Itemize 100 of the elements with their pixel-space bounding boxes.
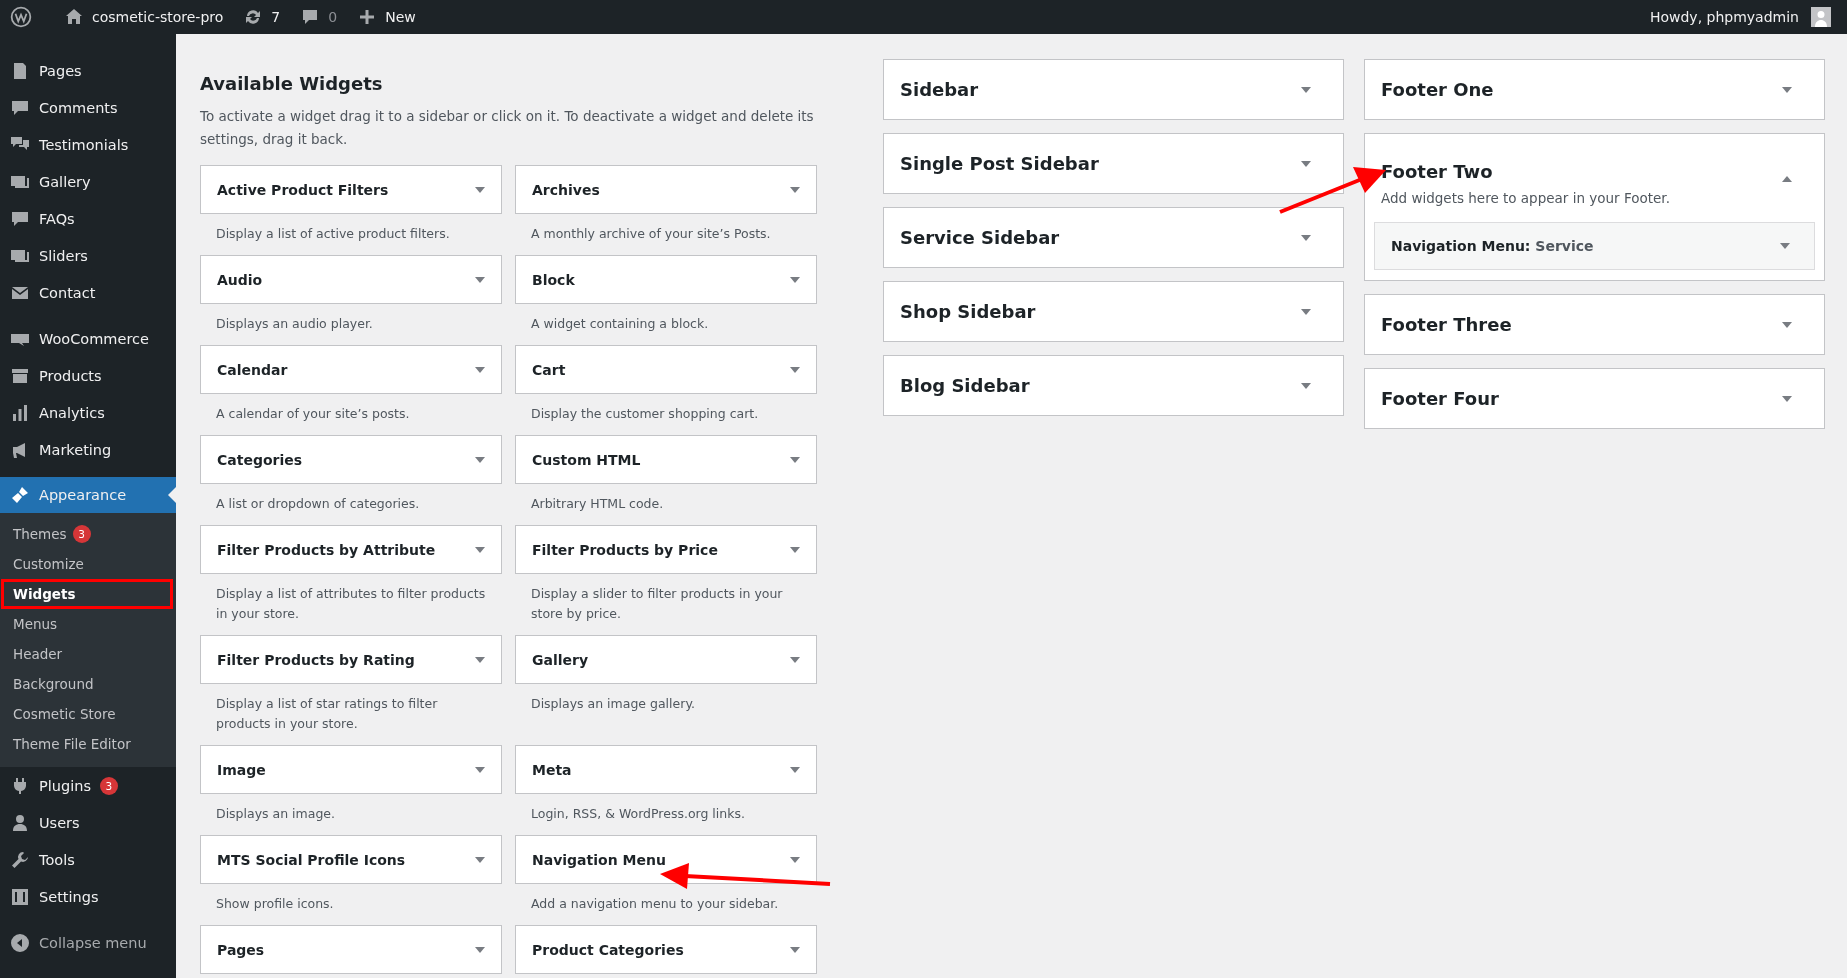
widget-card[interactable]: Custom HTML [515, 435, 817, 484]
new-link[interactable]: New [385, 9, 416, 25]
widget-description: A widget containing a block. [530, 315, 710, 333]
menu-item[interactable]: Products [0, 357, 176, 394]
collapse-menu-button[interactable]: Collapse menu [0, 924, 176, 961]
widget-card[interactable]: Gallery [515, 635, 817, 684]
widget-card[interactable]: Filter Products by Rating [200, 635, 502, 684]
caret-icon [475, 856, 485, 863]
caret-icon [790, 856, 800, 863]
caret-icon [1301, 308, 1311, 315]
widget-description: Display a list of active product filters. [215, 225, 451, 243]
widget-card[interactable]: Archives [515, 165, 817, 214]
caret-icon [790, 366, 800, 373]
menu-item[interactable]: Appearance [0, 477, 176, 513]
greeting-link[interactable]: Howdy, phpmyadmin [1649, 9, 1799, 25]
collapse-icon [10, 932, 30, 953]
widget-area-header[interactable]: Sidebar [884, 60, 1343, 119]
menu-item[interactable]: Gallery [0, 163, 176, 200]
widget-card[interactable]: Active Product Filters [200, 165, 502, 214]
home-icon[interactable] [64, 7, 84, 27]
menu-item[interactable]: Plugins 3 [0, 767, 176, 804]
caret-icon [790, 546, 800, 553]
widget-card[interactable]: Audio [200, 255, 502, 304]
caret-icon [475, 946, 485, 953]
widget-description: Arbitrary HTML code. [530, 495, 665, 513]
caret-icon [475, 276, 485, 283]
logo-icon[interactable] [10, 6, 32, 28]
widget-description: Display a list of attributes to filter products in your store. [215, 585, 487, 623]
submenu-item[interactable]: Header [0, 639, 176, 669]
widget-card[interactable]: Filter Products by Price [515, 525, 817, 574]
widget-card[interactable]: Navigation Menu: Service [1374, 222, 1815, 270]
widget-area-header[interactable]: Shop Sidebar [884, 282, 1343, 341]
section-heading: Available Widgets [200, 72, 384, 96]
submenu-item[interactable]: Cosmetic Store [0, 699, 176, 729]
widget-card[interactable]: Filter Products by Attribute [200, 525, 502, 574]
menu-item[interactable]: Comments [0, 89, 176, 126]
caret-icon [1301, 86, 1311, 93]
paintbrush-icon [10, 485, 30, 505]
caret-icon [1782, 321, 1792, 328]
widget-description: Displays an audio player. [215, 315, 374, 333]
widget-description: Add a navigation menu to your sidebar. [530, 895, 780, 913]
widget-description: A calendar of your site’s posts. [215, 405, 411, 423]
count-badge: 3 [72, 525, 91, 543]
sliders-icon [10, 886, 30, 907]
menu-item[interactable]: Analytics [0, 394, 176, 431]
menu-item[interactable]: WooCommerce [0, 320, 176, 357]
caret-icon [790, 656, 800, 663]
caret-icon [790, 456, 800, 463]
widget-area-header[interactable]: Footer One [1365, 60, 1824, 119]
area-description: Add widgets here to appear in your Footer. [1381, 190, 1671, 206]
widget-card[interactable]: Cart [515, 345, 817, 394]
widget-card[interactable]: Meta [515, 745, 817, 794]
widget-description: Show profile icons. [215, 895, 335, 913]
menu-item[interactable]: FAQs [0, 200, 176, 237]
menu-item[interactable]: Sliders [0, 237, 176, 274]
menu-item[interactable]: Settings [0, 878, 176, 915]
widget-description: Display the customer shopping cart. [530, 405, 760, 423]
updates-count[interactable]: 7 [271, 9, 281, 25]
submenu-item[interactable]: Widgets [1, 579, 173, 609]
person-icon [10, 812, 30, 833]
widget-area-header[interactable]: Service Sidebar [884, 208, 1343, 267]
site-name-link[interactable]: cosmetic-store-pro [92, 9, 224, 25]
widget-card[interactable]: Product Categories [515, 925, 817, 974]
caret-icon [790, 766, 800, 773]
count-badge: 3 [99, 776, 118, 795]
widget-card[interactable]: Categories [200, 435, 502, 484]
widget-area-header[interactable]: Footer Four [1365, 369, 1824, 428]
widget-area-header[interactable]: Single Post Sidebar [884, 134, 1343, 193]
caret-icon [1782, 86, 1792, 93]
caret-icon [1780, 243, 1790, 249]
submenu-item[interactable]: Theme File Editor [0, 729, 176, 759]
submenu-item[interactable]: Themes 3 [0, 519, 176, 549]
widget-card[interactable]: Calendar [200, 345, 502, 394]
caret-icon [1782, 176, 1792, 182]
widget-card[interactable]: Pages [200, 925, 502, 974]
widget-description: Login, RSS, & WordPress.org links. [530, 805, 746, 823]
menu-item[interactable]: Users [0, 804, 176, 841]
caret-icon [790, 276, 800, 283]
caret-icon [1301, 160, 1311, 167]
widget-area-header[interactable]: Footer Three [1365, 295, 1824, 354]
widget-card[interactable]: Image [200, 745, 502, 794]
menu-item[interactable]: Pages [0, 52, 176, 89]
bar-chart-icon [10, 402, 30, 423]
submenu-item[interactable]: Customize [0, 549, 176, 579]
caret-icon [475, 456, 485, 463]
caret-icon [475, 546, 485, 553]
menu-item[interactable]: Tools [0, 841, 176, 878]
menu-item[interactable]: Contact [0, 274, 176, 311]
pointer-icon [168, 487, 176, 503]
widget-area-header[interactable]: Footer Two [1365, 134, 1824, 186]
submenu-item[interactable]: Background [0, 669, 176, 699]
widget-card[interactable]: Block [515, 255, 817, 304]
menu-item[interactable]: Marketing [0, 431, 176, 468]
menu-item[interactable]: Testimonials [0, 126, 176, 163]
widget-area-header[interactable]: Blog Sidebar [884, 356, 1343, 415]
widget-card[interactable]: MTS Social Profile Icons [200, 835, 502, 884]
submenu-item[interactable]: Menus [0, 609, 176, 639]
section-description: To activate a widget drag it to a sidebar or click on it. To deactivate a widget and delete its settings, drag it back. [200, 107, 815, 149]
widget-card[interactable]: Navigation Menu [515, 835, 817, 884]
comments-count[interactable]: 0 [328, 9, 338, 25]
